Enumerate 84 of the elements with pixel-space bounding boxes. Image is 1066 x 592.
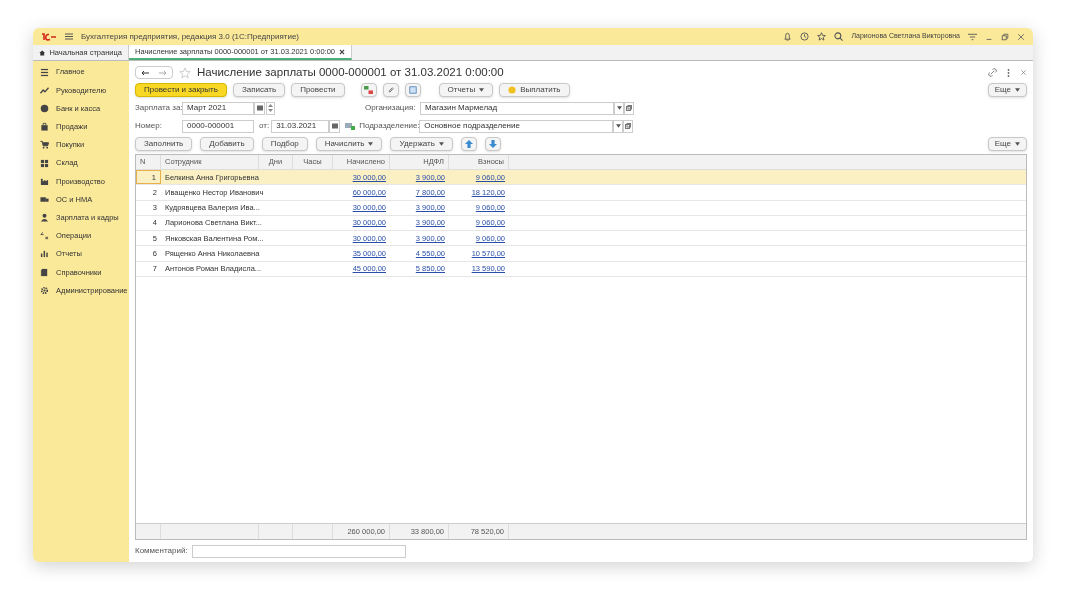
move-down-button[interactable]	[484, 137, 501, 151]
document-icon	[408, 86, 417, 94]
caret-icon	[479, 88, 485, 92]
open-icon	[626, 105, 632, 111]
grid-icon	[40, 158, 49, 168]
caret-icon	[1015, 142, 1020, 146]
dt-kt-button[interactable]	[360, 83, 377, 97]
bag-icon	[40, 122, 49, 132]
menu-icon	[40, 67, 49, 77]
dropdown-button[interactable]: Удержать	[390, 137, 453, 151]
caret-icon	[438, 142, 444, 146]
toolbar-button[interactable]: Добавить	[200, 137, 254, 151]
truck-icon	[40, 194, 49, 204]
calendar-button[interactable]	[254, 101, 265, 115]
menu-icon[interactable]	[65, 33, 73, 40]
close-icon[interactable]	[339, 48, 345, 55]
field-label: Номер:	[135, 120, 163, 132]
period-field[interactable]: Март 2021	[182, 101, 254, 115]
calendar-icon	[256, 105, 263, 111]
star-icon[interactable]	[179, 66, 191, 79]
person-icon	[40, 213, 49, 223]
settings-icon	[40, 285, 49, 295]
bell-icon[interactable]	[783, 32, 793, 41]
coin-icon	[40, 103, 49, 113]
open-icon	[625, 123, 632, 129]
move-up-button[interactable]	[460, 137, 477, 151]
post-and-close-button[interactable]: Провести и закрыть	[135, 83, 227, 97]
calendar-icon	[331, 123, 338, 129]
arrow-down-icon	[488, 140, 497, 148]
down-icon	[268, 109, 273, 113]
structure-button[interactable]	[404, 83, 421, 97]
more-icon[interactable]	[1007, 68, 1010, 77]
search-icon[interactable]	[834, 32, 844, 41]
pay-button[interactable]: Выплатить	[499, 83, 570, 97]
dropdown-button[interactable]	[613, 119, 624, 133]
field-label: Комментарий:	[135, 545, 188, 557]
dropdown-button[interactable]: Начислить	[315, 137, 383, 151]
arrow-up-icon	[464, 140, 473, 148]
number-field[interactable]: 0000-000001	[182, 119, 254, 133]
open-button[interactable]	[623, 119, 634, 133]
coin-icon	[508, 86, 517, 94]
department-field[interactable]: Основное подразделение	[419, 119, 614, 133]
books-icon	[40, 267, 49, 277]
toolbar-button[interactable]: Заполнить	[135, 137, 193, 151]
cart-icon	[40, 140, 49, 150]
history-icon[interactable]	[800, 32, 810, 41]
dt-kt-icon	[364, 86, 374, 94]
chart-icon	[40, 85, 49, 95]
caret-icon	[616, 106, 622, 110]
dropdown-button[interactable]	[614, 101, 624, 115]
back-icon[interactable]	[141, 69, 149, 76]
spin-button[interactable]	[266, 101, 275, 115]
window-title: Бухгалтерия предприятия, редакция 3.0 (1С:Предприятие)	[81, 30, 299, 43]
up-icon	[268, 103, 273, 107]
toolbar-button[interactable]: Записать	[232, 83, 286, 97]
field-label: Подразделение:	[359, 120, 420, 132]
calendar-button[interactable]	[329, 119, 341, 133]
toolbar-button[interactable]: Подбор	[261, 137, 308, 151]
link-icon[interactable]	[988, 68, 997, 77]
organization-field[interactable]: Магазин Мармелад	[420, 101, 614, 115]
restore-icon[interactable]	[1001, 32, 1009, 41]
field-label: от:	[259, 120, 270, 132]
date-field[interactable]: 31.03.2021	[271, 119, 330, 133]
field-label: Организация:	[365, 102, 417, 114]
comment-field[interactable]	[191, 544, 406, 558]
bar-chart-icon	[40, 249, 49, 259]
document-title: Начисление зарплаты 0000-000001 от 31.03.2021 0:00:00	[197, 64, 504, 80]
toolbar-button[interactable]: Провести	[291, 83, 345, 97]
logo-icon	[41, 32, 57, 41]
home-icon	[39, 48, 46, 57]
dropdown-button[interactable]: Отчеты	[438, 83, 494, 97]
field-label: Зарплата за:	[135, 102, 182, 114]
more-button[interactable]: Еще	[987, 83, 1027, 97]
attach-button[interactable]	[382, 83, 399, 97]
caret-icon	[615, 124, 621, 128]
caret-icon	[368, 142, 374, 146]
forward-icon[interactable]	[159, 69, 167, 76]
more-button[interactable]: Еще	[987, 137, 1027, 151]
open-button[interactable]	[624, 101, 634, 115]
department-icon	[345, 122, 356, 130]
filter-icon[interactable]	[968, 32, 977, 41]
star-icon[interactable]	[817, 32, 827, 41]
caret-icon	[1015, 88, 1020, 92]
factory-icon	[40, 176, 49, 186]
